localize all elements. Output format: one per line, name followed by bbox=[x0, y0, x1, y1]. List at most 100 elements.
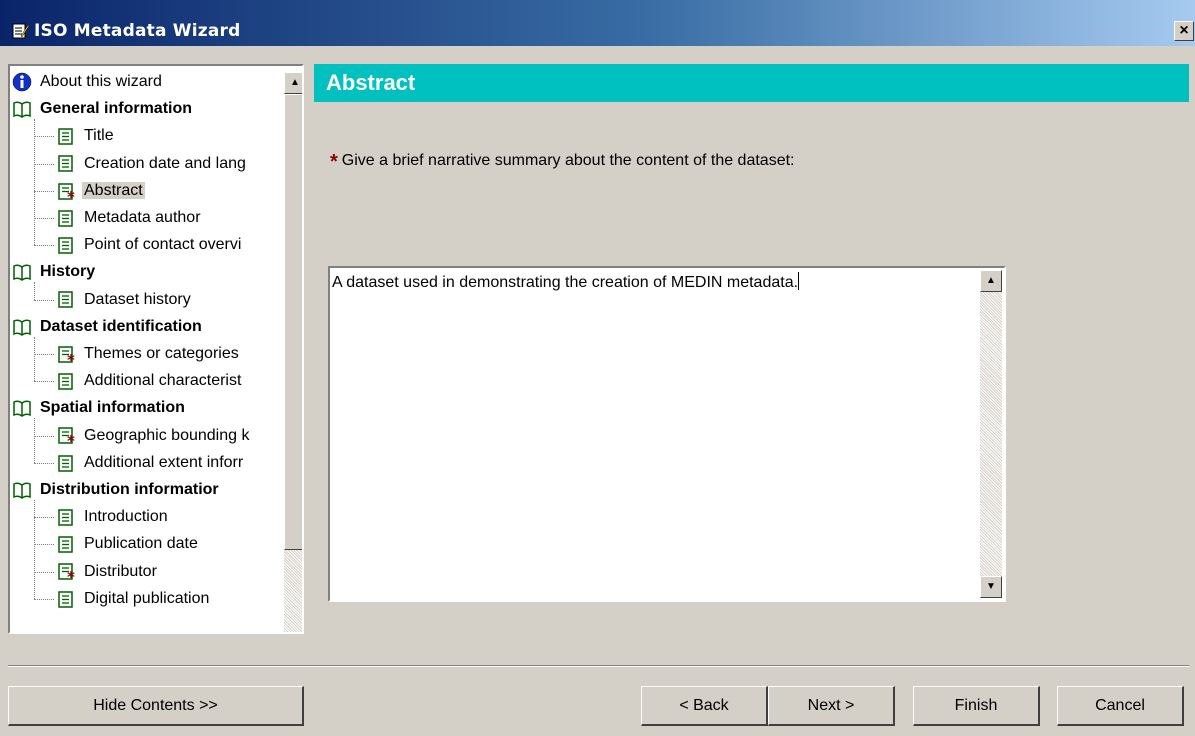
textarea-scroll-up-button[interactable]: ▲ bbox=[980, 270, 1002, 292]
info-icon bbox=[12, 72, 32, 92]
scroll-up-button[interactable]: ▲ bbox=[284, 72, 302, 94]
tree-item-label: Creation date and lang bbox=[84, 154, 246, 172]
tree-connector bbox=[34, 136, 54, 138]
tree-item[interactable]: Dataset history bbox=[56, 288, 193, 312]
tree-item[interactable]: Point of contact overvi bbox=[56, 233, 243, 257]
page-icon bbox=[56, 208, 76, 228]
tree-connector bbox=[34, 190, 54, 192]
required-star-icon: * bbox=[330, 151, 338, 173]
tree-item-label: Dataset identification bbox=[40, 317, 202, 335]
tree-vertical-scrollbar[interactable]: ▲ ▼ bbox=[284, 72, 302, 632]
tree-connector bbox=[34, 435, 54, 437]
tree-item[interactable]: * Distributor bbox=[56, 560, 159, 586]
tree-item-label: Title bbox=[84, 127, 114, 145]
tree-item-label: Point of contact overvi bbox=[84, 236, 242, 254]
book-icon bbox=[12, 480, 32, 500]
tree-connector bbox=[34, 282, 35, 300]
tree-item[interactable]: * Geographic bounding k bbox=[56, 424, 251, 450]
tree-item-label: Spatial information bbox=[40, 399, 185, 417]
svg-text:*: * bbox=[67, 432, 75, 445]
tree-item-label: Metadata author bbox=[84, 209, 201, 226]
window-title: ISO Metadata Wizard bbox=[34, 21, 241, 41]
tree-item-label: Additional characterist bbox=[84, 372, 242, 390]
tree-connector bbox=[34, 336, 35, 382]
abstract-prompt: * Give a brief narrative summary about th… bbox=[330, 151, 794, 174]
tree-connector bbox=[34, 163, 54, 165]
tree-connector bbox=[34, 598, 54, 600]
page-icon bbox=[56, 534, 76, 554]
abstract-textarea[interactable]: A dataset used in demonstrating the crea… bbox=[328, 266, 1006, 602]
abstract-text: A dataset used in demonstrating the crea… bbox=[332, 272, 800, 291]
wizard-app-icon bbox=[12, 23, 30, 39]
tree-item[interactable]: History bbox=[12, 260, 97, 284]
book-icon bbox=[12, 99, 32, 119]
textarea-scroll-down-button[interactable]: ▼ bbox=[980, 576, 1002, 598]
tree-item-label: History bbox=[40, 263, 96, 281]
tree-item[interactable]: Digital publication bbox=[56, 587, 211, 611]
book-icon bbox=[12, 262, 32, 282]
tree-connector bbox=[34, 418, 35, 463]
close-button[interactable]: × bbox=[1174, 21, 1194, 41]
book-icon bbox=[12, 398, 32, 418]
tree-connector bbox=[34, 462, 54, 464]
scroll-thumb[interactable] bbox=[284, 94, 302, 550]
tree-item[interactable]: Additional extent inforr bbox=[56, 451, 245, 475]
tree-item[interactable]: General information bbox=[12, 97, 194, 121]
tree-item[interactable]: Spatial information bbox=[12, 396, 187, 420]
page-icon bbox=[56, 507, 76, 527]
tree-item[interactable]: Creation date and lang bbox=[56, 152, 248, 176]
required-page-icon: * bbox=[56, 181, 76, 206]
tree-connector bbox=[34, 381, 54, 383]
tree-connector bbox=[34, 354, 54, 355]
tree-item[interactable]: * Abstract bbox=[56, 179, 145, 206]
page-icon bbox=[56, 589, 76, 609]
tree-item-label: General information bbox=[40, 100, 193, 118]
textarea-scrollbar[interactable]: ▲ ▼ bbox=[980, 270, 1002, 598]
tree-connector bbox=[34, 218, 54, 219]
tree-item[interactable]: About this wizard bbox=[12, 70, 164, 94]
tree-item-label: Digital publication bbox=[84, 589, 210, 607]
tree-connector bbox=[34, 500, 35, 599]
svg-text:*: * bbox=[67, 351, 75, 364]
tree-item[interactable]: Metadata author bbox=[56, 206, 203, 230]
tree-item[interactable]: * Themes or categories bbox=[56, 342, 241, 369]
required-page-icon: * bbox=[56, 344, 76, 369]
page-icon bbox=[56, 453, 76, 473]
page-header: Abstract bbox=[314, 64, 1189, 102]
page-icon bbox=[56, 126, 76, 146]
tree-item[interactable]: Distribution informatior bbox=[12, 478, 221, 502]
tree-item[interactable]: Dataset identification bbox=[12, 315, 204, 339]
page-title: Abstract bbox=[326, 70, 416, 95]
tree-item[interactable]: Publication date bbox=[56, 532, 200, 556]
tree-item-label: Themes or categories bbox=[84, 345, 239, 362]
tree-item-label: About this wizard bbox=[40, 73, 162, 90]
required-page-icon: * bbox=[56, 561, 76, 586]
page-icon bbox=[56, 371, 76, 391]
required-page-icon: * bbox=[56, 425, 76, 450]
tree-item-label: Geographic bounding k bbox=[84, 426, 250, 444]
hide-contents-button[interactable]: Hide Contents >> bbox=[8, 686, 304, 726]
footer-divider bbox=[8, 665, 1189, 667]
tree-connector bbox=[34, 299, 54, 301]
svg-text:*: * bbox=[67, 188, 75, 201]
tree-item-label: Publication date bbox=[84, 535, 198, 553]
cancel-button[interactable]: Cancel bbox=[1057, 686, 1184, 726]
tree-item[interactable]: Introduction bbox=[56, 505, 170, 529]
contents-tree: About this wizard General information Titl… bbox=[8, 64, 304, 634]
tree-connector bbox=[34, 571, 54, 573]
back-button[interactable]: < Back bbox=[641, 686, 768, 726]
tree-item-label: Dataset history bbox=[84, 290, 191, 308]
text-caret bbox=[798, 272, 800, 290]
finish-button[interactable]: Finish bbox=[913, 686, 1040, 726]
tree-item-label: Distribution informatior bbox=[40, 481, 219, 498]
tree-item-label: Abstract bbox=[82, 181, 145, 199]
tree-connector bbox=[34, 119, 35, 246]
next-button[interactable]: Next > bbox=[768, 686, 895, 726]
tree-connector bbox=[34, 544, 54, 546]
tree-connector bbox=[34, 245, 54, 247]
title-bar: ISO Metadata Wizard × bbox=[0, 0, 1195, 46]
svg-text:*: * bbox=[67, 568, 75, 581]
tree-item[interactable]: Title bbox=[56, 124, 116, 148]
tree-item[interactable]: Additional characterist bbox=[56, 369, 243, 393]
tree-item-label: Additional extent inforr bbox=[84, 453, 244, 471]
